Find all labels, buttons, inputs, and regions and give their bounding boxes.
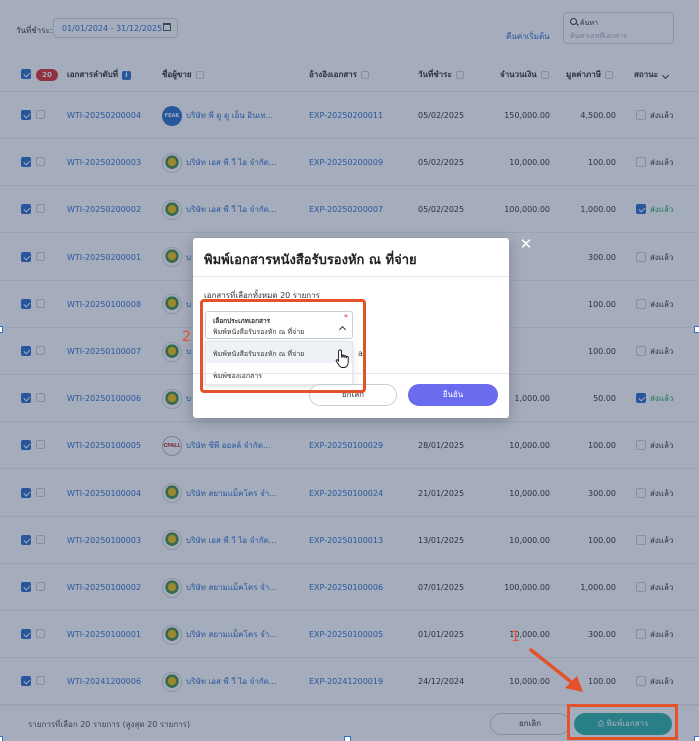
annotation-arrow-icon [529, 648, 583, 692]
modal-divider [193, 276, 509, 277]
resize-handle [0, 326, 3, 333]
resize-handle [694, 736, 699, 741]
modal-confirm-button[interactable]: ยืนยัน [408, 384, 498, 406]
annotation-box-2 [200, 299, 366, 393]
resize-handle [344, 736, 351, 741]
annotation-number-1: 1 [511, 629, 520, 645]
close-icon[interactable]: ✕ [519, 237, 533, 252]
resize-handle [694, 326, 699, 333]
resize-handle [0, 736, 3, 741]
annotation-box-1 [567, 704, 678, 740]
modal-title: พิมพ์เอกสารหนังสือรับรองหัก ณ ที่จ่าย [204, 253, 417, 268]
annotation-number-2: 2 [182, 329, 191, 345]
